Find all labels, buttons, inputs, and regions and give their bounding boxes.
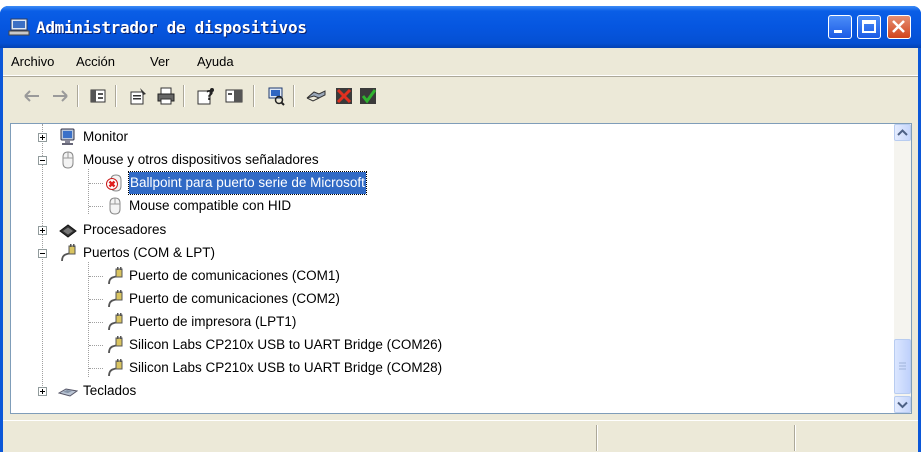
port-connector-icon (108, 336, 123, 354)
keyboard-icon (58, 388, 78, 397)
tree-connector (89, 276, 103, 278)
tree-label: Puerto de comunicaciones (COM2) (129, 291, 340, 306)
port-connector-icon (108, 359, 123, 377)
port-connector-icon (108, 313, 123, 331)
vertical-scrollbar[interactable] (894, 124, 911, 413)
processor-icon (59, 224, 77, 238)
tree-label: Puerto de comunicaciones (COM1) (129, 268, 340, 283)
monitor-icon (60, 128, 75, 145)
collapse-toggle[interactable] (38, 249, 47, 258)
toolbar: ? (3, 77, 918, 115)
tree-row-ballpoint[interactable]: Ballpoint para puerto serie de Microsoft (11, 171, 891, 195)
close-icon (892, 20, 905, 33)
toolbar-separator (253, 85, 254, 107)
toolbar-separator (293, 85, 294, 107)
minimize-button[interactable] (828, 15, 852, 39)
background-strip (0, 0, 921, 5)
scroll-down-button[interactable] (894, 396, 911, 413)
status-pane (596, 425, 794, 451)
menu-archivo[interactable]: Archivo (11, 54, 54, 69)
tree-label: Mouse y otros dispositivos señaladores (83, 152, 319, 167)
port-connector-icon (61, 244, 76, 262)
help-icon[interactable]: ? (195, 85, 217, 107)
grip-icon (899, 362, 906, 370)
tree-label: Mouse compatible con HID (129, 198, 292, 213)
tree-label: Monitor (83, 129, 129, 144)
device-manager-window: Administrador de dispositivos Archivo Ac… (0, 6, 921, 452)
scroll-up-button[interactable] (894, 124, 911, 141)
tree-row-keyboards[interactable]: Teclados (11, 380, 891, 402)
window-title: Administrador de dispositivos (36, 18, 307, 37)
tree-connector (89, 299, 103, 301)
menu-ver[interactable]: Ver (150, 54, 170, 69)
tree-row-processors[interactable]: Procesadores (11, 219, 891, 241)
title-bar[interactable]: Administrador de dispositivos (0, 6, 921, 48)
details-pane-icon[interactable] (223, 85, 245, 107)
tree-label: Puerto de impresora (LPT1) (129, 314, 297, 329)
chevron-down-icon (897, 401, 908, 409)
toolbar-separator (183, 85, 184, 107)
device-manager-app-icon (8, 18, 30, 36)
tree-row-monitor[interactable]: Monitor (11, 126, 891, 148)
expand-toggle[interactable] (38, 387, 47, 396)
tree-connector (89, 368, 103, 370)
mouse-error-icon (106, 174, 122, 192)
toolbar-separator (77, 85, 78, 107)
mouse-icon (62, 151, 74, 169)
tree-label: Silicon Labs CP210x USB to UART Bridge (… (129, 360, 443, 375)
chevron-up-icon (897, 129, 908, 136)
tree-connector (89, 345, 103, 347)
scan-hardware-icon[interactable] (265, 85, 287, 107)
properties-icon[interactable] (127, 85, 149, 107)
client-area: Archivo Acción Ver Ayuda ? Monitor Mouse… (3, 48, 918, 452)
expand-toggle[interactable] (38, 133, 47, 142)
toolbar-separator (115, 85, 116, 107)
menu-accion[interactable]: Acción (76, 54, 115, 69)
menu-bar: Archivo Acción Ver Ayuda (3, 48, 918, 75)
tree-label: Teclados (83, 383, 137, 398)
tree-row-com1[interactable]: Puerto de comunicaciones (COM1) (11, 265, 891, 287)
collapse-toggle[interactable] (38, 156, 47, 165)
tree-row-lpt1[interactable]: Puerto de impresora (LPT1) (11, 311, 891, 333)
disable-device-icon[interactable] (357, 85, 379, 107)
tree-row-com26[interactable]: Silicon Labs CP210x USB to UART Bridge (… (11, 334, 891, 356)
menu-ayuda[interactable]: Ayuda (197, 54, 234, 69)
uninstall-icon[interactable] (333, 85, 355, 107)
tree-connector (89, 322, 103, 324)
maximize-button[interactable] (857, 15, 881, 39)
tree-connector (89, 183, 103, 185)
minimize-icon (834, 30, 842, 33)
device-tree[interactable]: Monitor Mouse y otros dispositivos señal… (10, 123, 912, 414)
update-driver-icon[interactable] (305, 85, 327, 107)
tree-row-com2[interactable]: Puerto de comunicaciones (COM2) (11, 288, 891, 310)
maximize-icon (862, 20, 876, 33)
forward-arrow-icon[interactable] (49, 85, 71, 107)
tree-label: Procesadores (83, 222, 167, 237)
tree-label-selected: Ballpoint para puerto serie de Microsoft (128, 171, 367, 195)
tree-row-com28[interactable]: Silicon Labs CP210x USB to UART Bridge (… (11, 357, 891, 379)
status-pane (794, 425, 919, 451)
tree-row-hid-mouse[interactable]: Mouse compatible con HID (11, 195, 891, 217)
tree-label: Puertos (COM & LPT) (83, 245, 216, 260)
close-button[interactable] (887, 15, 911, 39)
tree-label: Silicon Labs CP210x USB to UART Bridge (… (129, 337, 443, 352)
tree-row-mouse-group[interactable]: Mouse y otros dispositivos señaladores (11, 149, 891, 171)
port-connector-icon (108, 290, 123, 308)
back-arrow-icon[interactable] (21, 85, 43, 107)
expand-toggle[interactable] (38, 226, 47, 235)
show-hide-console-tree-icon[interactable] (87, 85, 109, 107)
tree-row-ports[interactable]: Puertos (COM & LPT) (11, 242, 891, 264)
mouse-icon (109, 197, 121, 215)
status-bar (3, 420, 918, 452)
tree-connector (89, 206, 103, 208)
scroll-thumb[interactable] (894, 339, 911, 394)
print-icon[interactable] (155, 85, 177, 107)
port-connector-icon (108, 267, 123, 285)
